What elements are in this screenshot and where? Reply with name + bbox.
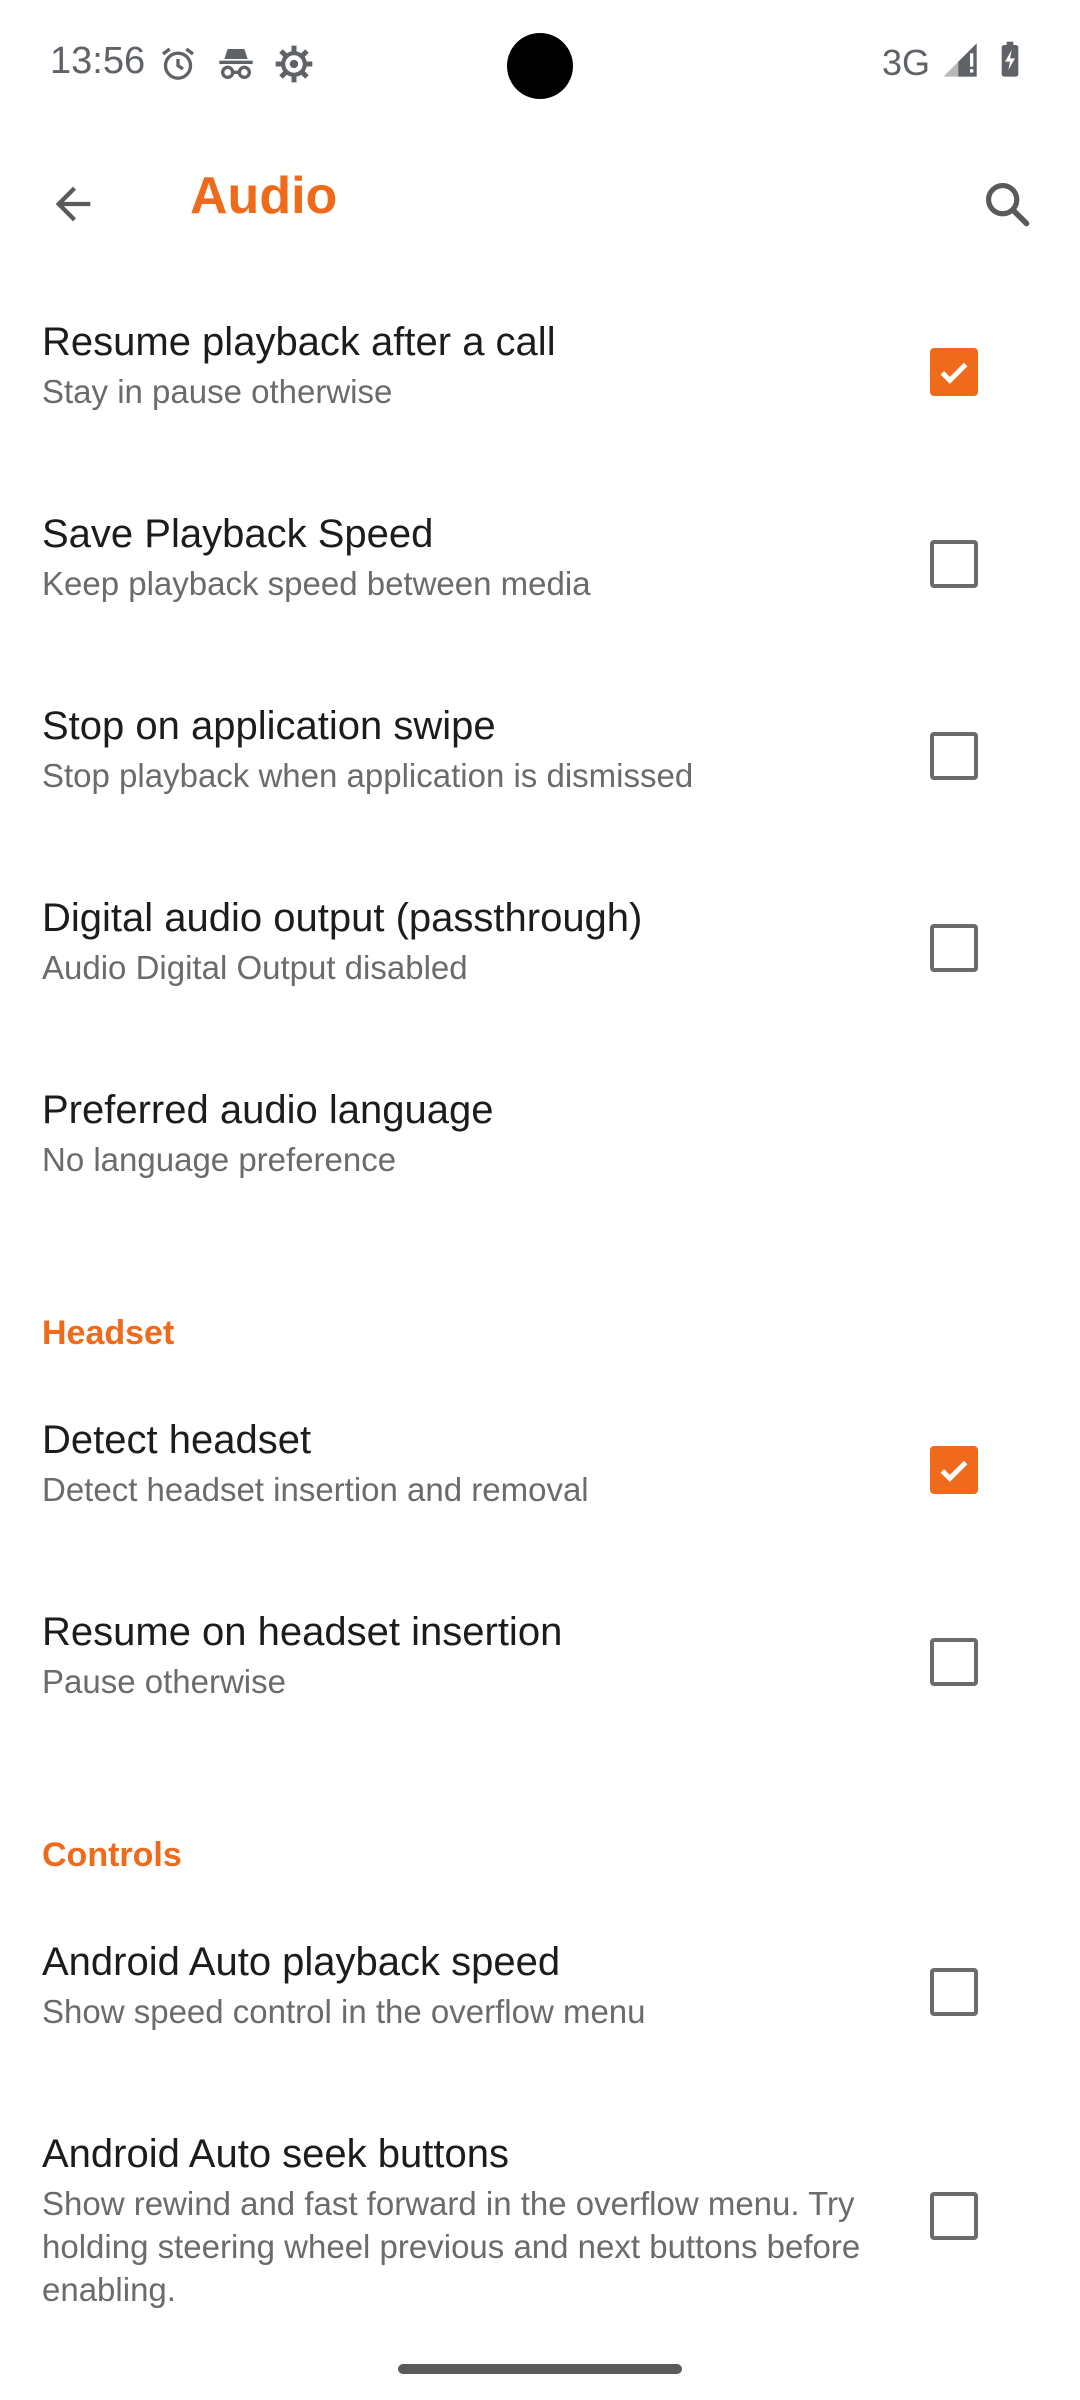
status-bar: 13:56 3G xyxy=(0,0,1080,128)
search-button[interactable] xyxy=(964,161,1050,247)
pref-detect-headset[interactable]: Detect headset Detect headset insertion … xyxy=(0,1374,1080,1566)
checkmark-icon xyxy=(940,362,968,384)
pref-title: Stop on application swipe xyxy=(42,704,496,748)
signal-icon xyxy=(940,40,980,85)
section-title: Headset xyxy=(42,1314,175,1352)
resume-on-headset-checkbox[interactable] xyxy=(930,1638,978,1686)
app-bar: Audio xyxy=(0,128,1080,274)
network-type: 3G xyxy=(881,41,930,83)
section-header-controls: Controls xyxy=(0,1806,1080,1896)
digital-audio-output-checkbox[interactable] xyxy=(930,924,978,972)
pref-summary: Show speed control in the overflow menu xyxy=(42,1993,646,2030)
checkmark-icon xyxy=(940,1460,968,1482)
status-icons-left xyxy=(158,44,314,89)
pref-summary: No language preference xyxy=(42,1141,397,1178)
android-auto-speed-checkbox[interactable] xyxy=(930,1968,978,2016)
pref-digital-audio-output[interactable]: Digital audio output (passthrough) Audio… xyxy=(0,852,1080,1044)
pref-title: Detect headset xyxy=(42,1418,312,1462)
alarm-icon xyxy=(158,44,198,89)
page-title: Audio xyxy=(190,167,338,225)
pref-resume-after-call[interactable]: Resume playback after a call Stay in pau… xyxy=(0,276,1080,468)
back-button[interactable] xyxy=(30,161,116,247)
gesture-nav-handle[interactable] xyxy=(398,2364,682,2374)
pref-summary: Stop playback when application is dismis… xyxy=(42,757,694,794)
pref-summary: Keep playback speed between media xyxy=(42,565,591,602)
pref-android-auto-seek[interactable]: Android Auto seek buttons Show rewind an… xyxy=(0,2088,1080,2344)
pref-save-playback-speed[interactable]: Save Playback Speed Keep playback speed … xyxy=(0,468,1080,660)
status-time: 13:56 xyxy=(50,40,146,82)
resume-after-call-checkbox[interactable] xyxy=(930,348,978,396)
pref-summary: Audio Digital Output disabled xyxy=(42,949,468,986)
android-auto-seek-checkbox[interactable] xyxy=(930,2192,978,2240)
pref-summary: Detect headset insertion and removal xyxy=(42,1471,589,1508)
pref-summary: Show rewind and fast forward in the over… xyxy=(42,2185,861,2308)
pref-stop-on-swipe[interactable]: Stop on application swipe Stop playback … xyxy=(0,660,1080,852)
preference-list: Resume playback after a call Stay in pau… xyxy=(0,276,1080,2344)
pref-title: Resume playback after a call xyxy=(42,320,556,364)
pref-title: Android Auto seek buttons xyxy=(42,2132,509,2176)
stop-on-swipe-checkbox[interactable] xyxy=(930,732,978,780)
pref-title: Save Playback Speed xyxy=(42,512,434,556)
status-icons-right: 3G xyxy=(882,40,1030,85)
settings-gear-icon xyxy=(274,44,314,89)
camera-cutout xyxy=(507,33,573,99)
incognito-icon xyxy=(216,44,256,89)
save-playback-speed-checkbox[interactable] xyxy=(930,540,978,588)
pref-summary: Pause otherwise xyxy=(42,1663,286,1700)
section-title: Controls xyxy=(42,1836,182,1874)
arrow-left-icon xyxy=(55,186,91,222)
search-icon xyxy=(985,182,1030,227)
pref-preferred-audio-language[interactable]: Preferred audio language No language pre… xyxy=(0,1044,1080,1236)
pref-title: Digital audio output (passthrough) xyxy=(42,896,643,940)
pref-title: Android Auto playback speed xyxy=(42,1940,561,1984)
battery-charging-icon xyxy=(990,40,1030,85)
pref-title: Resume on headset insertion xyxy=(42,1610,563,1654)
pref-summary: Stay in pause otherwise xyxy=(42,373,393,410)
pref-title: Preferred audio language xyxy=(42,1088,494,1132)
detect-headset-checkbox[interactable] xyxy=(930,1446,978,1494)
section-header-headset: Headset xyxy=(0,1284,1080,1374)
pref-android-auto-speed[interactable]: Android Auto playback speed Show speed c… xyxy=(0,1896,1080,2088)
pref-resume-on-headset[interactable]: Resume on headset insertion Pause otherw… xyxy=(0,1566,1080,1758)
